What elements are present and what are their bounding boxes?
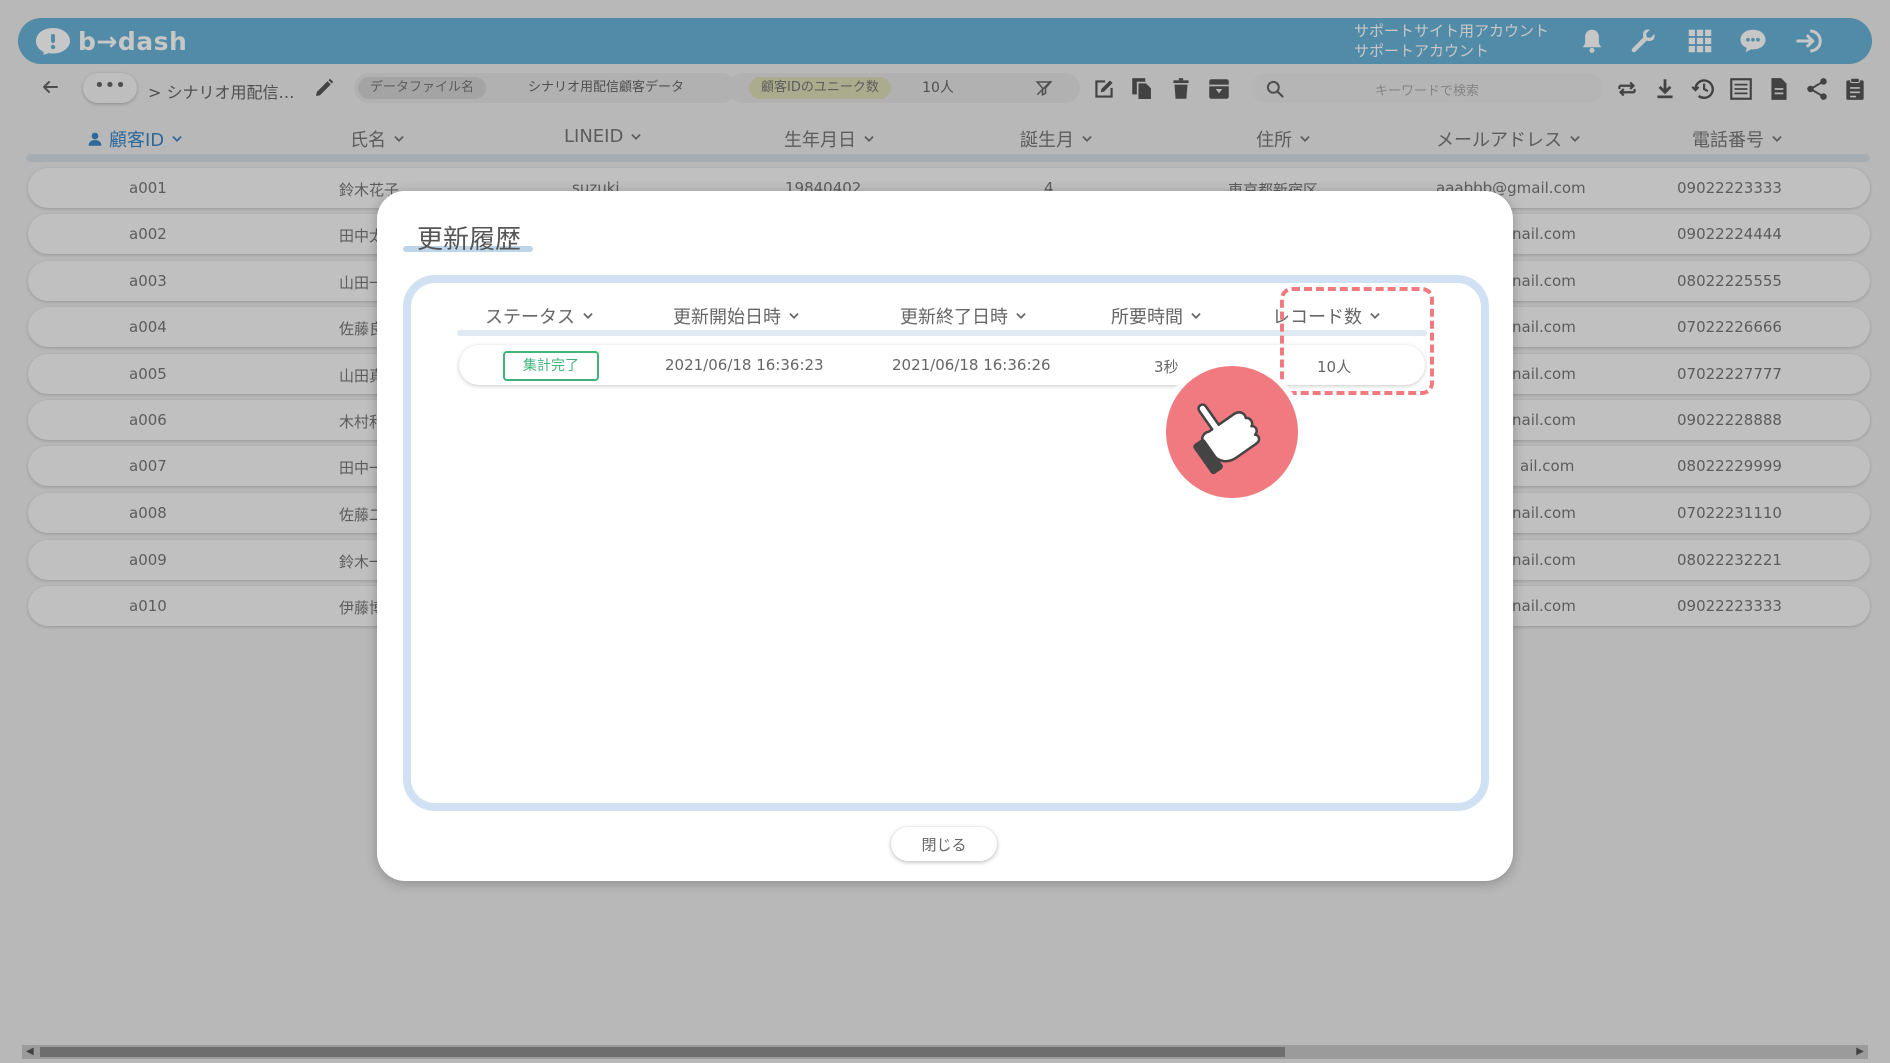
column-header-label: 更新開始日時	[673, 307, 781, 328]
chevron-down-icon	[1191, 313, 1201, 319]
close-button[interactable]: 閉じる	[891, 827, 997, 861]
column-header-status[interactable]: ステータス	[485, 303, 595, 329]
chevron-down-icon	[583, 313, 593, 319]
cell-end-time: 2021/06/18 16:36:26	[892, 356, 1051, 374]
modal-title: 更新履歴	[417, 225, 522, 255]
column-header-end-time[interactable]: 更新終了日時	[900, 303, 1028, 329]
column-header-label: ステータス	[485, 307, 575, 328]
update-history-modal: 更新履歴 ステータス 更新開始日時 更新終了日時 所要時間 レコード数 集計完了…	[377, 191, 1513, 881]
column-header-start-time[interactable]: 更新開始日時	[673, 303, 801, 329]
column-header-duration[interactable]: 所要時間	[1111, 303, 1203, 329]
pointing-hand-icon	[1160, 360, 1304, 504]
column-header-label: 更新終了日時	[900, 307, 1008, 328]
status-badge: 集計完了	[503, 351, 599, 381]
chevron-down-icon	[789, 313, 799, 319]
cell-start-time: 2021/06/18 16:36:23	[665, 356, 824, 374]
column-header-label: 所要時間	[1111, 307, 1183, 328]
chevron-down-icon	[1016, 313, 1026, 319]
